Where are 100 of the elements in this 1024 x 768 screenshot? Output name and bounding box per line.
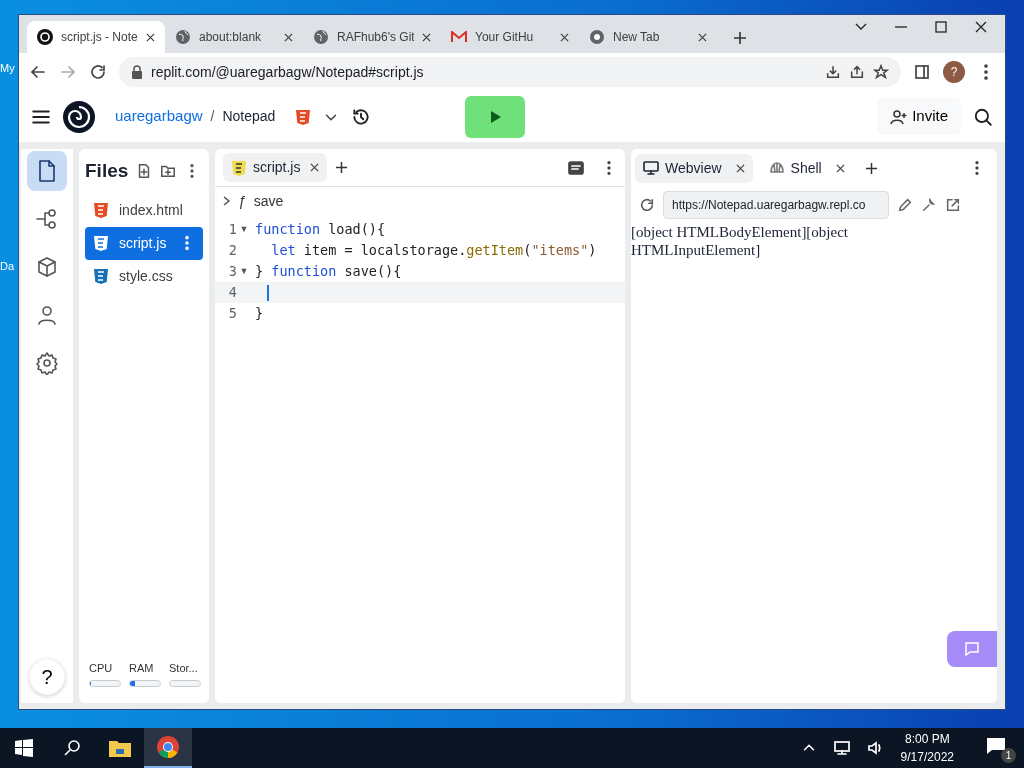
breadcrumb-symbol: ƒ (238, 191, 246, 211)
css-file-icon (93, 268, 109, 284)
meter-label: CPU (89, 660, 114, 676)
chrome-icon (589, 29, 605, 45)
help-button[interactable]: ? (29, 659, 65, 695)
html-file-icon (93, 202, 109, 218)
js-file-icon (93, 235, 109, 251)
download-icon[interactable] (825, 64, 841, 80)
close-icon[interactable] (310, 163, 320, 172)
browser-tab[interactable]: script.js - Note (27, 21, 165, 53)
network-icon[interactable] (832, 739, 851, 757)
webview-url-field[interactable]: https://Notepad.uaregarbagw.repl.co (663, 191, 889, 219)
browser-tab[interactable]: RAFhub6's Git (303, 21, 441, 53)
pencil-icon[interactable] (897, 197, 913, 213)
profile-avatar[interactable]: ? (943, 61, 965, 83)
panel-tab[interactable]: Webview (635, 153, 753, 183)
maximize-icon[interactable] (933, 19, 949, 35)
close-icon[interactable] (698, 32, 707, 42)
cube-icon (36, 256, 58, 278)
notification-button[interactable]: 1 (986, 733, 1016, 763)
file-icon (36, 159, 58, 183)
chat-icon (964, 641, 980, 657)
clock-time[interactable]: 8:00 PM (904, 730, 950, 748)
close-icon[interactable] (835, 163, 845, 173)
monitor-icon (643, 160, 659, 176)
notification-icon (986, 737, 1006, 755)
file-item[interactable]: index.html (85, 193, 203, 227)
code-line: } function save(){ (255, 262, 402, 281)
code-line: } (255, 304, 264, 323)
reload-icon[interactable] (89, 63, 107, 81)
spiral-logo-icon (37, 29, 53, 45)
close-icon[interactable] (560, 32, 569, 42)
shell-icon (768, 160, 785, 176)
webview-output: [object HTMLBodyElement][object HTMLInputElement] (631, 223, 850, 259)
line-number: 5 (227, 304, 237, 324)
code-line: let item = localstorage.getItem("items") (270, 241, 597, 260)
notification-count: 1 (1001, 748, 1016, 763)
mail-icon (451, 31, 467, 43)
search-icon (63, 739, 81, 757)
browser-tab[interactable]: about:blank (165, 21, 303, 53)
new-folder-icon[interactable] (160, 163, 177, 180)
add-tab-icon[interactable] (335, 161, 349, 174)
reload-icon[interactable] (639, 197, 655, 213)
format-icon[interactable] (567, 158, 585, 177)
line-number: 1 (227, 220, 237, 240)
external-link-icon[interactable] (945, 197, 961, 213)
search-icon[interactable] (973, 106, 993, 127)
meter-label: Stor... (169, 660, 199, 676)
html-file-icon[interactable] (295, 108, 312, 125)
sidebar-tool-button[interactable] (27, 151, 67, 191)
line-number: 2 (227, 241, 237, 261)
close-icon[interactable] (422, 32, 431, 42)
play-icon (488, 110, 503, 125)
usage-meter (89, 680, 121, 687)
repl-name[interactable]: Notepad (222, 106, 276, 127)
clock-date[interactable]: 9/17/2022 (900, 748, 954, 766)
file-item[interactable]: style.css (85, 259, 203, 293)
branch-icon (35, 207, 59, 231)
add-person-icon (890, 107, 909, 126)
meter-label: RAM (129, 660, 155, 676)
file-item[interactable]: script.js (85, 226, 203, 260)
editor-tab[interactable]: script.js (223, 153, 328, 182)
windows-logo-icon (15, 739, 33, 757)
close-icon[interactable] (284, 32, 293, 42)
run-button[interactable] (465, 95, 526, 138)
chevron-right-icon[interactable] (223, 196, 230, 206)
settings-icon (35, 351, 59, 375)
history-icon[interactable] (351, 106, 372, 127)
new-tab-icon[interactable] (733, 31, 747, 45)
code-line: function load(){ (255, 220, 386, 239)
files-title: Files (85, 159, 129, 183)
address-bar[interactable]: replit.com/@uaregarbagw/Notepad#script.js (119, 57, 901, 87)
close-icon[interactable] (735, 163, 745, 173)
spiral-logo-icon[interactable] (63, 100, 95, 133)
invite-button[interactable]: Invite (877, 98, 961, 135)
chrome-app-icon[interactable] (144, 728, 192, 768)
globe-icon (175, 29, 191, 45)
panel-tab[interactable]: Shell (760, 153, 853, 183)
add-tab-icon[interactable] (864, 161, 878, 175)
lock-icon (131, 65, 143, 79)
close-icon[interactable] (146, 32, 155, 42)
username-link[interactable]: uaregarbagw (115, 105, 203, 128)
js-file-icon (231, 159, 247, 176)
sidebar-icon[interactable] (913, 63, 931, 81)
back-icon[interactable] (29, 63, 47, 81)
line-number: 3 (227, 262, 237, 282)
person-icon (36, 304, 58, 326)
browser-tab[interactable]: New Tab (579, 21, 717, 53)
fold-toggle[interactable]: ▼ (237, 264, 251, 279)
share-icon[interactable] (849, 64, 865, 80)
wrench-icon[interactable] (921, 197, 937, 213)
line-number: 4 (227, 283, 237, 303)
browser-tab[interactable]: Your GitHu (441, 21, 579, 53)
close-icon[interactable] (973, 19, 989, 35)
star-icon[interactable] (873, 64, 889, 80)
breadcrumb-name[interactable]: save (253, 190, 284, 212)
breadcrumb-separator: / (210, 107, 215, 126)
fold-toggle[interactable]: ▼ (237, 222, 251, 237)
globe-icon (313, 29, 329, 45)
usage-meter (129, 680, 161, 687)
